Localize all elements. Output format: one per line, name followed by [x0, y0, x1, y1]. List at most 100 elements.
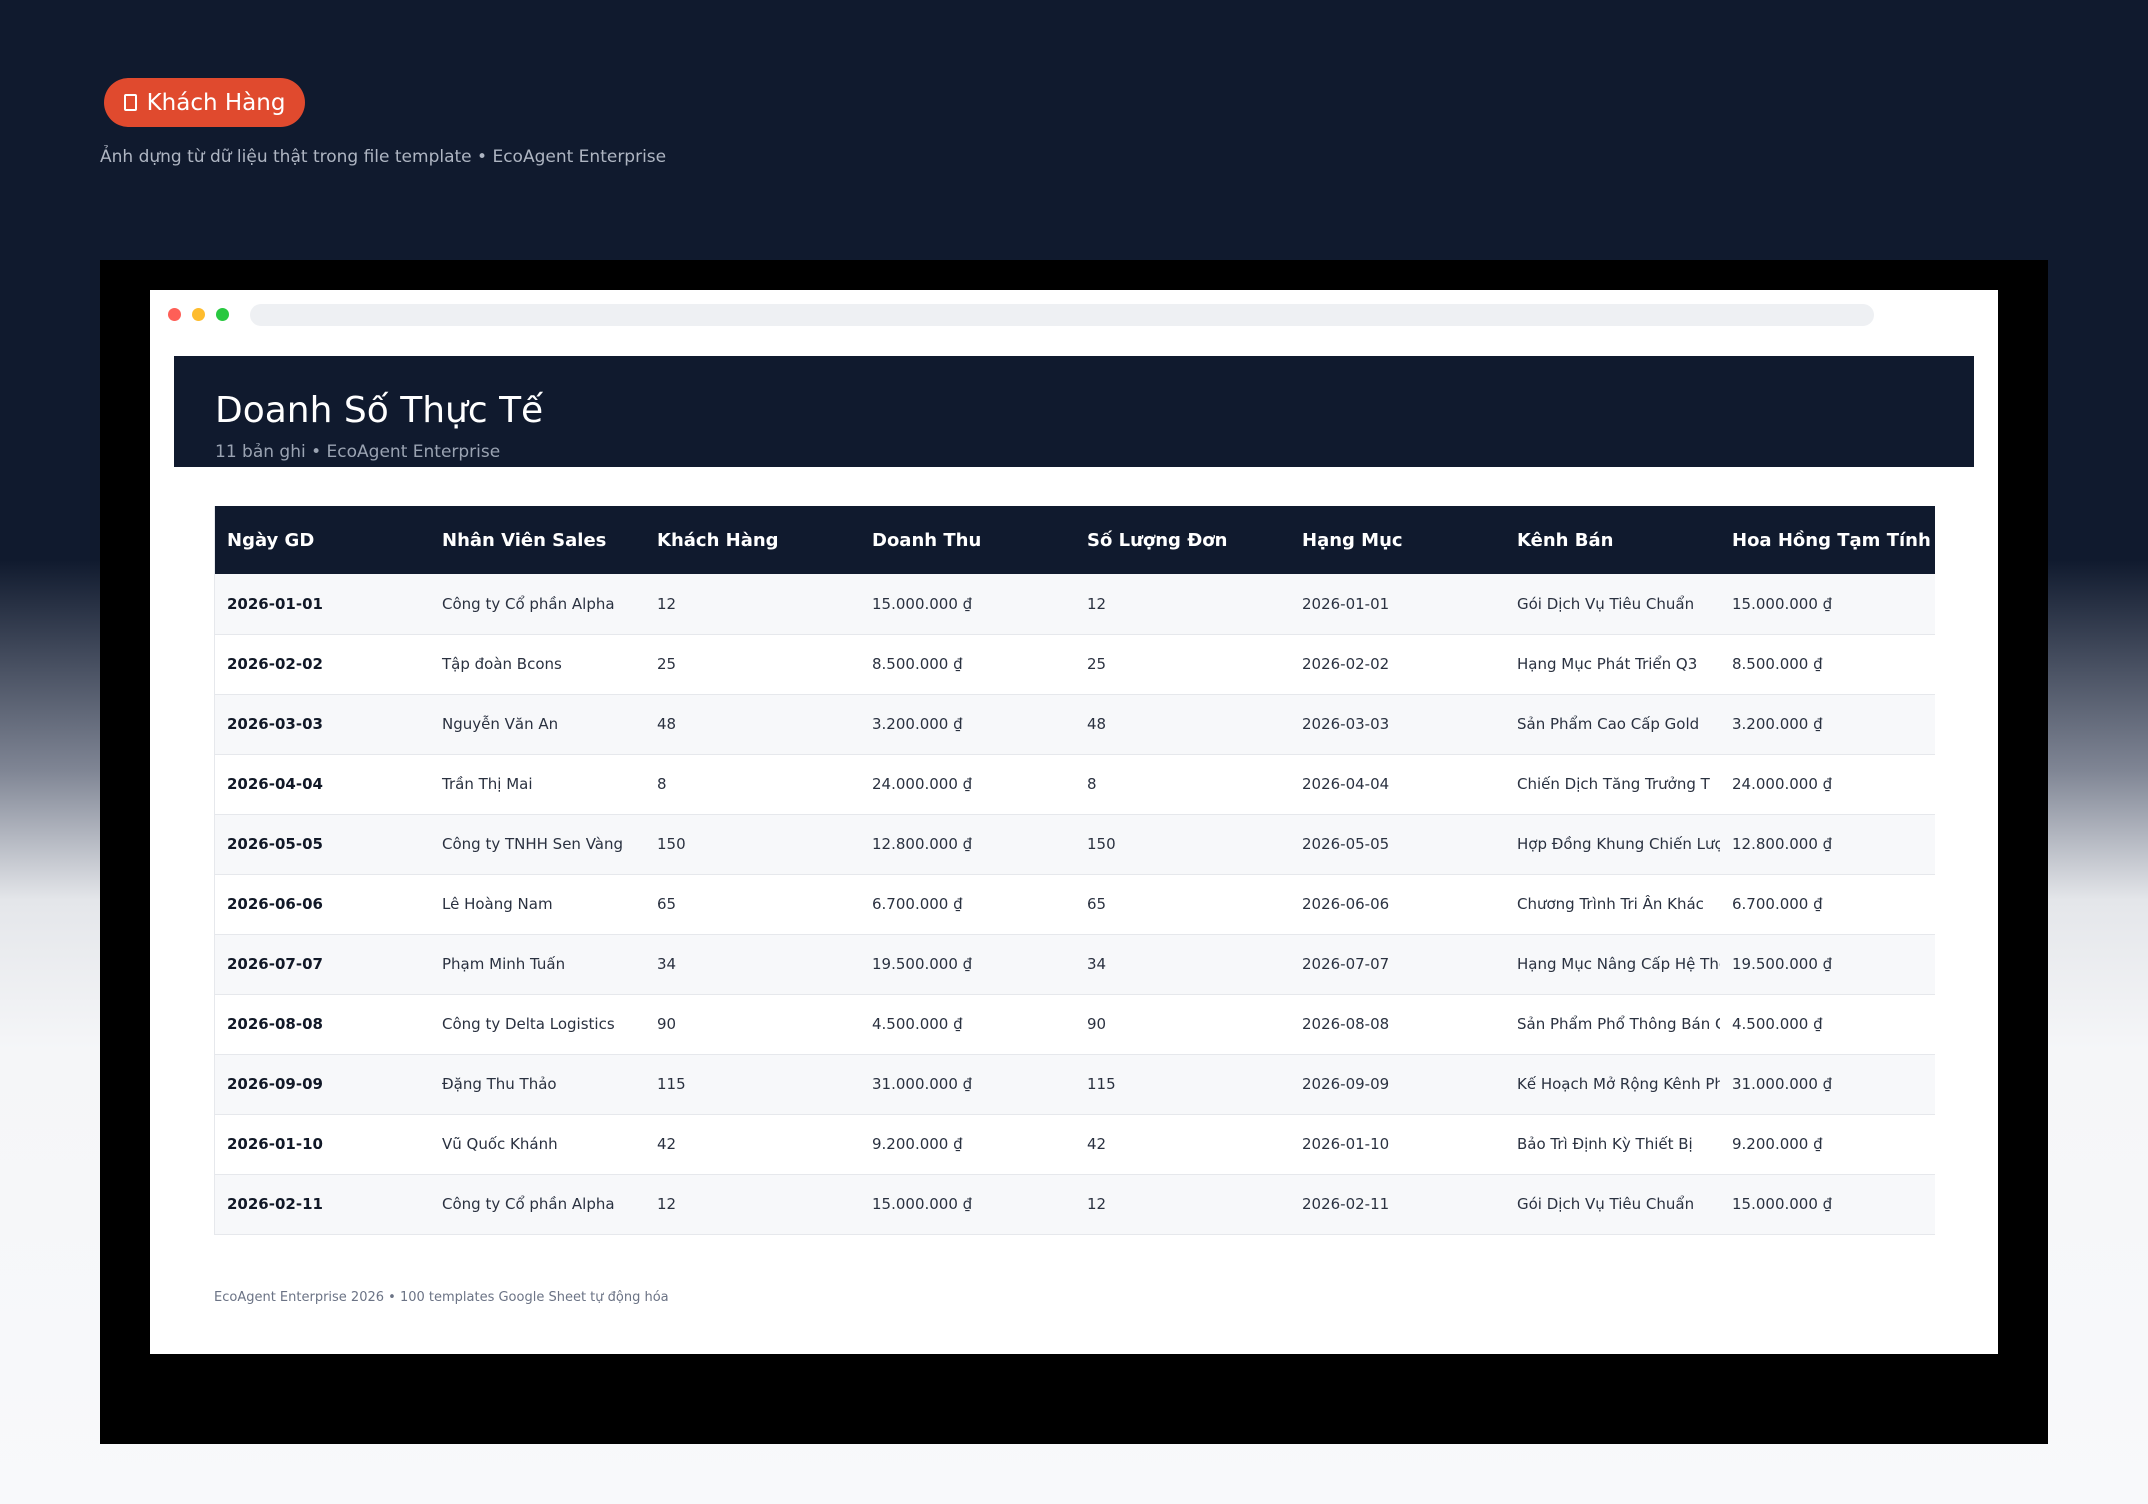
column-header[interactable]: Khách Hàng [645, 506, 860, 574]
table-cell: 2026-02-11 [227, 1195, 323, 1213]
table-cell: 4.500.000 ₫ [872, 1015, 963, 1033]
table-cell: 2026-06-06 [227, 895, 323, 913]
table-cell: 2026-04-04 [1302, 775, 1390, 793]
table-cell: 34 [1087, 955, 1107, 973]
table-cell: Nguyễn Văn An [442, 715, 559, 733]
table-row[interactable]: 2026-09-09 Đặng Thu Thảo 115 31.000.000 ₫ 11… [215, 1054, 1935, 1114]
table-cell: Công ty Cổ phần Alpha [442, 1195, 615, 1213]
table-cell: Sản Phẩm Phổ Thông Bán C [1517, 1015, 1720, 1033]
table-row[interactable]: 2026-02-02 Tập đoàn Bcons 25 8.500.000 ₫ 25 2… [215, 634, 1935, 694]
table-row[interactable]: 2026-06-06 Lê Hoàng Nam 65 6.700.000 ₫ 65 202… [215, 874, 1935, 934]
table-cell: 3.200.000 ₫ [1732, 715, 1823, 733]
table-cell: Lê Hoàng Nam [442, 895, 553, 913]
table-row[interactable]: 2026-07-07 Phạm Minh Tuấn 34 19.500.000 ₫ 34… [215, 934, 1935, 994]
table-cell: 19.500.000 ₫ [872, 955, 973, 973]
table-cell: 9.200.000 ₫ [1732, 1135, 1823, 1153]
table-row[interactable]: 2026-05-05 Công ty TNHH Sen Vàng 150 12.800… [215, 814, 1935, 874]
table-cell: Hạng Mục Phát Triển Q3 [1517, 655, 1698, 673]
data-table-container: Ngày GD Nhân Viên Sales Khách Hàng Doanh Th… [214, 506, 1935, 1235]
table-cell: 2026-01-10 [1302, 1135, 1390, 1153]
table-cell: 15.000.000 ₫ [1732, 1195, 1833, 1213]
table-cell: 2026-05-05 [227, 835, 323, 853]
table-cell: 115 [657, 1075, 686, 1093]
page-title: Doanh Số Thực Tế [215, 390, 544, 431]
browser-chrome [150, 290, 1998, 340]
table-cell: 8.500.000 ₫ [872, 655, 963, 673]
table-cell: 8.500.000 ₫ [1732, 655, 1823, 673]
table-cell: Kế Hoạch Mở Rộng Kênh Ph [1517, 1075, 1720, 1093]
table-cell: 8 [657, 775, 667, 793]
browser-window: Doanh Số Thực Tế 11 bản ghi • EcoAgent E… [150, 290, 1998, 1354]
address-bar[interactable] [250, 304, 1874, 326]
column-header[interactable]: Kênh Bán [1505, 506, 1720, 574]
footer-note: EcoAgent Enterprise 2026 • 100 templates… [214, 1290, 669, 1305]
table-cell: 2026-04-04 [227, 775, 323, 793]
table-cell: 48 [657, 715, 677, 733]
table-cell: 25 [657, 655, 677, 673]
table-cell: 2026-07-07 [1302, 955, 1390, 973]
table-cell: 90 [1087, 1015, 1107, 1033]
table-cell: Vũ Quốc Khánh [442, 1135, 558, 1153]
clipboard-icon [123, 94, 137, 111]
table-row[interactable]: 2026-03-03 Nguyễn Văn An 48 3.200.000 ₫ 48 20… [215, 694, 1935, 754]
table-cell: 12 [657, 1195, 677, 1213]
column-header[interactable]: Hạng Mục [1290, 506, 1505, 574]
table-cell: Hạng Mục Nâng Cấp Hệ Thố [1517, 955, 1720, 973]
table-row[interactable]: 2026-02-11 Công ty Cổ phần Alpha 12 15.000.… [215, 1174, 1935, 1234]
table-cell: 12.800.000 ₫ [1732, 835, 1833, 853]
table-cell: 15.000.000 ₫ [1732, 594, 1833, 613]
column-header[interactable]: Doanh Thu [860, 506, 1075, 574]
table-cell: Công ty Cổ phần Alpha [442, 594, 615, 613]
table-cell: 2026-09-09 [227, 1075, 323, 1093]
maximize-window-dot[interactable] [216, 308, 229, 321]
table-cell: 12 [657, 594, 677, 613]
table-cell: 65 [1087, 895, 1107, 913]
table-cell: Tập đoàn Bcons [442, 655, 562, 673]
table-cell: Gói Dịch Vụ Tiêu Chuẩn [1517, 594, 1695, 613]
column-header[interactable]: Số Lượng Đơn [1075, 506, 1290, 574]
table-cell: 2026-03-03 [1302, 715, 1390, 733]
table-cell: Chương Trình Tri Ân Khác [1517, 895, 1704, 913]
table-cell: 115 [1087, 1075, 1116, 1093]
table-cell: Trần Thị Mai [442, 775, 533, 793]
column-header[interactable]: Hoa Hồng Tạm Tính [1720, 506, 1935, 574]
page-subtitle: 11 bản ghi • EcoAgent Enterprise [215, 442, 501, 462]
table-cell: 8 [1087, 775, 1097, 793]
table-cell: Đặng Thu Thảo [442, 1075, 557, 1093]
table-cell: Công ty TNHH Sen Vàng [442, 835, 624, 853]
table-cell: Hợp Đồng Khung Chiến Lượ [1517, 835, 1720, 853]
table-cell: 31.000.000 ₫ [872, 1075, 973, 1093]
table-cell: Gói Dịch Vụ Tiêu Chuẩn [1517, 1195, 1695, 1213]
table-row[interactable]: 2026-01-01 Công ty Cổ phần Alpha 12 15.000.… [215, 574, 1935, 634]
table-cell: Sản Phẩm Cao Cấp Gold [1517, 715, 1700, 733]
table-cell: Bảo Trì Định Kỳ Thiết Bị [1517, 1135, 1693, 1153]
table-cell: 2026-01-10 [227, 1135, 323, 1153]
table-cell: 34 [657, 955, 677, 973]
table-row[interactable]: 2026-01-10 Vũ Quốc Khánh 42 9.200.000 ₫ 42 20… [215, 1114, 1935, 1174]
table-cell: 31.000.000 ₫ [1732, 1075, 1833, 1093]
column-header[interactable]: Ngày GD [215, 506, 430, 574]
table-row[interactable]: 2026-04-04 Trần Thị Mai 8 24.000.000 ₫ 8 2026… [215, 754, 1935, 814]
data-table: Ngày GD Nhân Viên Sales Khách Hàng Doanh Th… [215, 506, 1935, 1235]
close-window-dot[interactable] [168, 308, 181, 321]
column-header[interactable]: Nhân Viên Sales [430, 506, 645, 574]
table-cell: Phạm Minh Tuấn [442, 955, 566, 973]
table-cell: 150 [657, 835, 686, 853]
table-cell: 2026-02-02 [1302, 655, 1390, 673]
table-cell: 42 [657, 1135, 677, 1153]
table-cell: 9.200.000 ₫ [872, 1135, 963, 1153]
table-row[interactable]: 2026-08-08 Công ty Delta Logistics 90 4.500… [215, 994, 1935, 1054]
table-cell: 2026-05-05 [1302, 835, 1390, 853]
table-cell: 150 [1087, 835, 1116, 853]
badge-label: Khách Hàng [146, 89, 286, 116]
table-cell: 2026-06-06 [1302, 895, 1390, 913]
table-cell: 48 [1087, 715, 1107, 733]
table-cell: 65 [657, 895, 677, 913]
minimize-window-dot[interactable] [192, 308, 205, 321]
table-cell: 12 [1087, 1195, 1107, 1213]
table-cell: 3.200.000 ₫ [872, 715, 963, 733]
intro-caption: Ảnh dựng từ dữ liệu thật trong file temp… [100, 147, 667, 167]
category-badge[interactable]: Khách Hàng [104, 78, 305, 127]
table-cell: 2026-01-01 [1302, 594, 1390, 613]
table-cell: 2026-01-01 [227, 594, 323, 613]
